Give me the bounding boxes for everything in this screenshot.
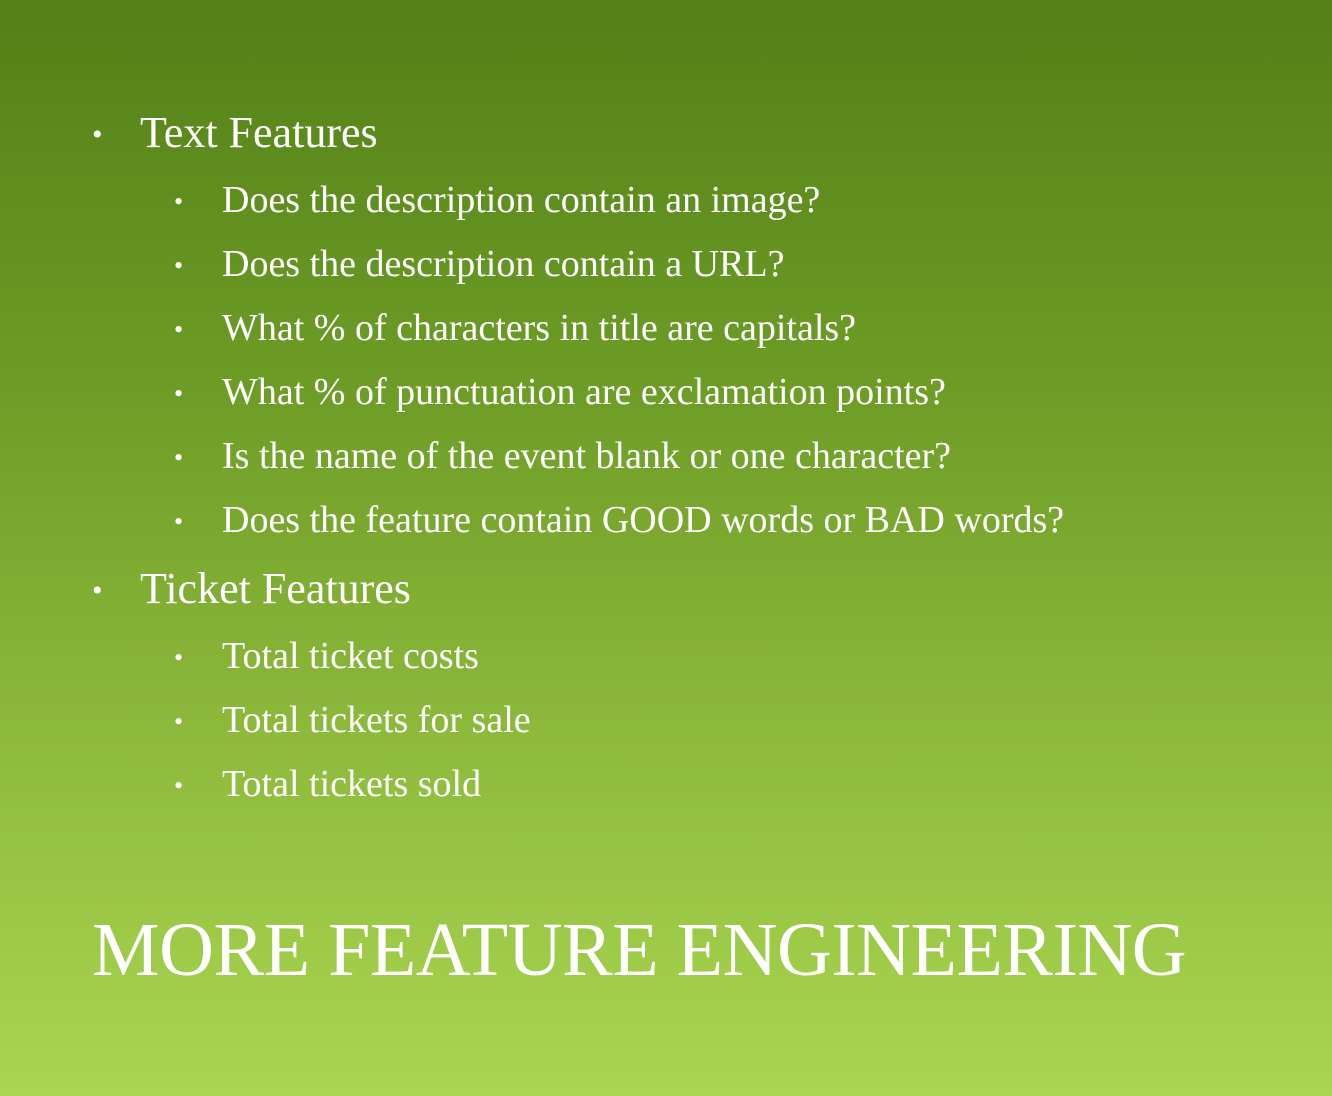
list-item: • Total tickets for sale [174,698,531,744]
list-item: • Does the description contain a URL? [174,242,784,288]
list-item: • Is the name of the event blank or one c… [174,434,951,480]
list-item: • Total ticket costs [174,634,479,680]
list-item-text: Does the feature contain GOOD words or B… [222,499,1065,541]
bullet-icon: • [174,379,184,408]
section-label: Ticket Features [140,564,411,613]
list-item-text: What % of characters in title are capita… [222,307,857,349]
list-item-text: Total tickets sold [222,763,482,805]
bullet-icon: • [174,643,184,672]
bullet-icon: • [174,707,184,736]
bullet-icon: • [174,315,184,344]
bullet-icon: • [174,251,184,280]
list-item-text: Does the description contain a URL? [222,243,785,285]
slide-title: MORE FEATURE ENGINEERING [92,908,1187,992]
list-item: • What % of characters in title are capit… [174,306,856,352]
list-item: • Does the feature contain GOOD words or … [174,498,1064,544]
list-item-text: Is the name of the event blank or one ch… [222,435,952,477]
list-item-text: Total tickets for sale [222,699,531,741]
section-heading-text-features: • Text Features [92,108,378,160]
bullet-icon: • [174,771,184,800]
list-item-text: Total ticket costs [222,635,479,677]
section-label: Text Features [140,108,378,157]
section-heading-ticket-features: • Ticket Features [92,564,411,616]
slide: • Text Features • Does the description con… [0,0,1332,1096]
bullet-icon: • [174,507,184,536]
list-item: • Total tickets sold [174,762,481,808]
bullet-icon: • [92,118,103,151]
bullet-icon: • [92,574,103,607]
bullet-icon: • [174,187,184,216]
list-item: • What % of punctuation are exclamation p… [174,370,946,416]
list-item-text: What % of punctuation are exclamation po… [222,371,946,413]
list-item: • Does the description contain an image? [174,178,820,224]
list-item-text: Does the description contain an image? [222,179,821,221]
bullet-icon: • [174,443,184,472]
